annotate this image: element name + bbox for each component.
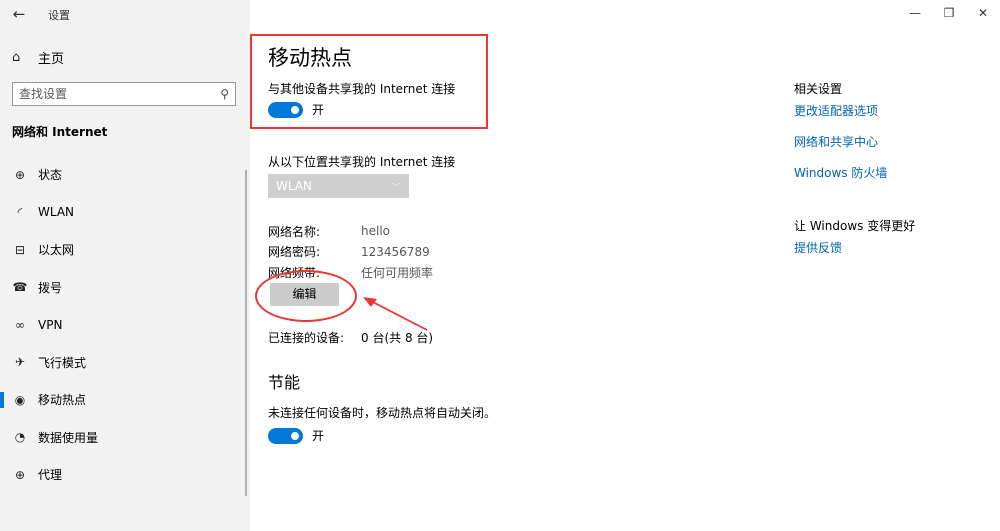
home-label: 主页 bbox=[38, 51, 65, 67]
window-controls: — ❐ ✕ bbox=[898, 0, 1000, 28]
minimize-icon[interactable]: — bbox=[898, 0, 932, 28]
ethernet-icon: ⊟ bbox=[14, 242, 26, 257]
link-feedback[interactable]: 提供反馈 bbox=[794, 239, 842, 256]
close-icon[interactable]: ✕ bbox=[966, 0, 1000, 28]
search-icon[interactable]: ⚲ bbox=[220, 87, 229, 101]
network-band-value: 任何可用频率 bbox=[361, 265, 434, 280]
link-windows-firewall[interactable]: Windows 防火墙 bbox=[794, 164, 887, 181]
section-label: 网络和 Internet bbox=[12, 125, 108, 139]
source-select[interactable]: WLAN ﹀ bbox=[268, 174, 409, 198]
link-network-sharing-center[interactable]: 网络和共享中心 bbox=[794, 133, 878, 150]
network-password-row: 网络密码: 123456789 bbox=[268, 242, 433, 263]
from-label: 从以下位置共享我的 Internet 连接 bbox=[268, 155, 456, 169]
annotation-arrow bbox=[363, 297, 428, 331]
sidebar-item-hotspot[interactable]: ◉ 移动热点 bbox=[0, 381, 250, 419]
sidebar-item-label: 拨号 bbox=[38, 280, 63, 295]
home-icon: ⌂ bbox=[12, 49, 21, 65]
nav-list: ⊕ 状态 ◜ WLAN ⊟ 以太网 ☎ 拨号 ∞ VPN ✈ 飞行模式 ◉ 移动… bbox=[0, 156, 250, 494]
power-saving-desc: 未连接任何设备时，移动热点将自动关闭。 bbox=[268, 406, 497, 420]
app-title: 设置 bbox=[48, 9, 70, 22]
vpn-icon: ∞ bbox=[15, 317, 25, 332]
globe-status-icon: ⊕ bbox=[14, 167, 26, 182]
airplane-icon: ✈ bbox=[14, 355, 26, 370]
sidebar-item-airplane[interactable]: ✈ 飞行模式 bbox=[0, 344, 250, 382]
sidebar-item-label: 数据使用量 bbox=[38, 430, 99, 445]
annotation-ellipse bbox=[255, 270, 357, 322]
network-password-value: 123456789 bbox=[361, 244, 430, 259]
network-name-row: 网络名称: hello bbox=[268, 221, 433, 242]
search-input[interactable] bbox=[19, 87, 221, 101]
power-toggle[interactable] bbox=[268, 427, 303, 444]
data-usage-icon: ◔ bbox=[14, 430, 26, 445]
power-toggle-row: 开 bbox=[268, 427, 324, 444]
power-saving-title: 节能 bbox=[268, 373, 301, 392]
sidebar-item-proxy[interactable]: ⊕ 代理 bbox=[0, 456, 250, 494]
network-name-value: hello bbox=[361, 224, 390, 239]
search-box[interactable]: ⚲ bbox=[12, 82, 236, 106]
network-password-key: 网络密码: bbox=[268, 245, 321, 260]
sidebar-item-label: VPN bbox=[38, 317, 63, 332]
annotation-rectangle bbox=[250, 34, 488, 129]
dialup-icon: ☎ bbox=[12, 280, 28, 295]
connected-key: 已连接的设备: bbox=[268, 331, 345, 345]
sidebar-item-label: 以太网 bbox=[38, 243, 75, 258]
sidebar-item-label: WLAN bbox=[38, 205, 75, 220]
sidebar-home[interactable]: ⌂ 主页 bbox=[12, 48, 65, 67]
sidebar-item-vpn[interactable]: ∞ VPN bbox=[0, 306, 250, 344]
power-toggle-state: 开 bbox=[312, 429, 325, 443]
sidebar-item-dialup[interactable]: ☎ 拨号 bbox=[0, 269, 250, 307]
sidebar: ← 设置 ⌂ 主页 ⚲ 网络和 Internet ⊕ 状态 ◜ WLAN ⊟ 以… bbox=[0, 0, 250, 531]
settings-window: ← 设置 ⌂ 主页 ⚲ 网络和 Internet ⊕ 状态 ◜ WLAN ⊟ 以… bbox=[0, 0, 1000, 531]
chevron-down-icon: ﹀ bbox=[391, 182, 401, 194]
sidebar-item-label: 移动热点 bbox=[38, 393, 87, 408]
hotspot-icon: ◉ bbox=[14, 392, 26, 407]
better-windows-title: 让 Windows 变得更好 bbox=[794, 219, 916, 233]
sidebar-item-data-usage[interactable]: ◔ 数据使用量 bbox=[0, 419, 250, 457]
sidebar-item-wlan[interactable]: ◜ WLAN bbox=[0, 194, 250, 232]
proxy-globe-icon: ⊕ bbox=[14, 467, 26, 482]
source-select-value: WLAN bbox=[276, 179, 313, 193]
sidebar-item-status[interactable]: ⊕ 状态 bbox=[0, 156, 250, 194]
sidebar-item-ethernet[interactable]: ⊟ 以太网 bbox=[0, 231, 250, 269]
back-arrow-icon[interactable]: ← bbox=[10, 5, 28, 23]
wifi-icon: ◜ bbox=[17, 205, 23, 220]
titlebar-left: ← 设置 bbox=[0, 0, 250, 28]
sidebar-item-label: 代理 bbox=[38, 468, 63, 483]
restore-icon[interactable]: ❐ bbox=[932, 0, 966, 28]
link-adapter-options[interactable]: 更改适配器选项 bbox=[794, 102, 878, 119]
network-name-key: 网络名称: bbox=[268, 224, 321, 239]
sidebar-scrollbar[interactable] bbox=[245, 170, 247, 496]
sidebar-item-label: 状态 bbox=[38, 168, 63, 183]
related-settings-title: 相关设置 bbox=[794, 82, 843, 96]
sidebar-item-label: 飞行模式 bbox=[38, 355, 87, 370]
